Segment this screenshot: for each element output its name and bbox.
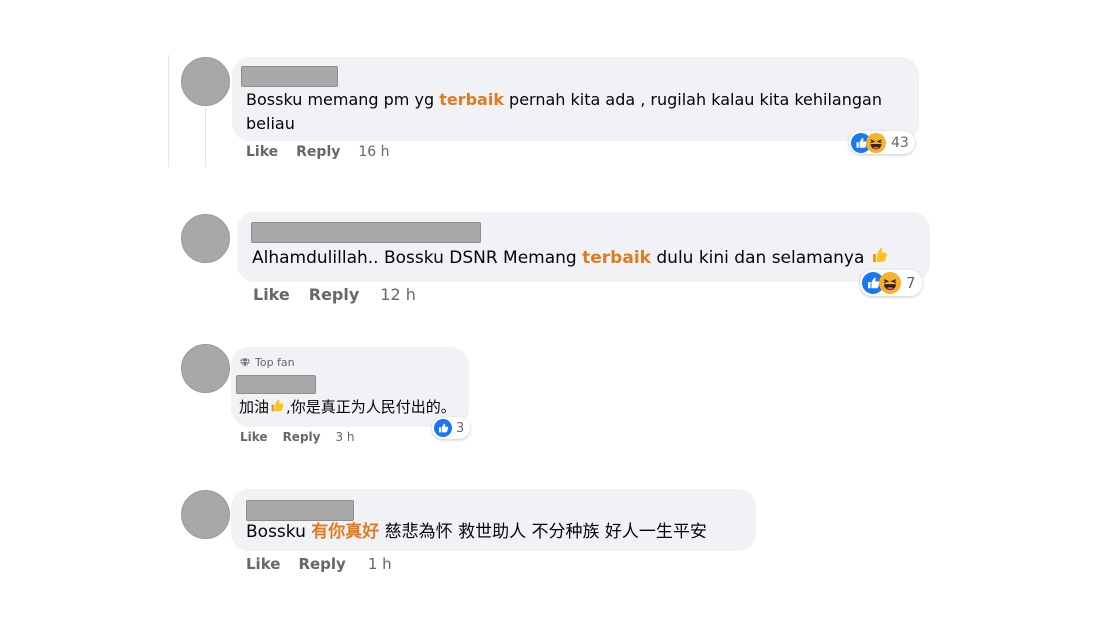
comment-text-part: pernah kita ada , rugilah kalau kita keh… bbox=[503, 90, 882, 109]
badge-label: Top fan bbox=[255, 356, 295, 369]
comment-bubble: Bossku memang pm yg terbaik pernah kita … bbox=[232, 57, 919, 141]
comment-text-part: dulu kini dan selamanya bbox=[650, 248, 865, 268]
comment-text: Alhamdulillah.. Bossku DSNR Memang terba… bbox=[252, 245, 890, 271]
comment-actions: Like Reply 12 h bbox=[253, 285, 416, 304]
reaction-count: 7 bbox=[906, 274, 916, 292]
like-button[interactable]: Like bbox=[246, 555, 280, 573]
author-name-redacted[interactable] bbox=[246, 500, 354, 521]
comment-text: Bossku 有你真好 慈悲為怀 救世助人 不分种族 好人一生平安 bbox=[246, 520, 707, 544]
comment-bubble: Alhamdulillah.. Bossku DSNR Memang terba… bbox=[237, 212, 930, 282]
like-icon bbox=[434, 419, 452, 437]
reply-button[interactable]: Reply bbox=[296, 144, 340, 160]
thumbs-up-emoji-icon bbox=[870, 245, 890, 265]
top-fan-badge: Top fan bbox=[239, 356, 295, 369]
timestamp[interactable]: 3 h bbox=[335, 430, 354, 444]
comment-text-part: Bossku bbox=[246, 522, 312, 542]
comment-actions: Like Reply 1 h bbox=[246, 555, 392, 573]
reaction-count: 43 bbox=[891, 134, 909, 151]
comment-text: 加油 ,你是真正为人民付出的。 bbox=[239, 397, 456, 417]
reply-button[interactable]: Reply bbox=[298, 555, 345, 573]
timestamp[interactable]: 16 h bbox=[358, 144, 389, 160]
timestamp[interactable]: 12 h bbox=[380, 285, 416, 304]
comment-text-part: 加油 bbox=[239, 398, 270, 416]
author-name-redacted[interactable] bbox=[241, 66, 338, 87]
like-button[interactable]: Like bbox=[240, 430, 268, 444]
reactions-summary[interactable]: 3 bbox=[432, 417, 471, 439]
highlighted-keyword: terbaik bbox=[439, 90, 504, 109]
comment-text-part: beliau bbox=[246, 114, 295, 133]
avatar[interactable] bbox=[181, 214, 230, 263]
avatar[interactable] bbox=[181, 490, 230, 539]
comment-bubble: Top fan 加油 ,你是真正为人民付出的。 bbox=[231, 347, 469, 427]
haha-icon bbox=[879, 272, 901, 294]
avatar[interactable] bbox=[181, 344, 230, 393]
comment-text-part: 慈悲為怀 救世助人 不分种族 好人一生平安 bbox=[379, 522, 707, 542]
timestamp[interactable]: 1 h bbox=[368, 555, 392, 573]
highlighted-keyword: 有你真好 bbox=[311, 522, 380, 542]
comment-actions: Like Reply 3 h bbox=[240, 430, 355, 444]
comment-text-part: Bossku memang pm yg bbox=[246, 90, 440, 109]
comment-actions: Like Reply 16 h bbox=[246, 144, 390, 160]
author-name-redacted[interactable] bbox=[236, 375, 316, 394]
author-name-redacted[interactable] bbox=[251, 222, 481, 243]
comment-text-part: ,你是真正为人民付出的。 bbox=[286, 398, 456, 416]
reply-button[interactable]: Reply bbox=[309, 285, 360, 304]
comment-text-part: Alhamdulillah.. Bossku DSNR Memang bbox=[252, 248, 583, 268]
comment-bubble: Bossku 有你真好 慈悲為怀 救世助人 不分种族 好人一生平安 bbox=[231, 489, 756, 551]
reactions-summary[interactable]: 43 bbox=[849, 131, 915, 154]
avatar[interactable] bbox=[181, 57, 230, 106]
reactions-summary[interactable]: 7 bbox=[860, 270, 922, 296]
comment-text: Bossku memang pm yg terbaik pernah kita … bbox=[246, 88, 882, 136]
reply-button[interactable]: Reply bbox=[283, 430, 321, 444]
diamond-icon bbox=[239, 357, 251, 369]
reaction-count: 3 bbox=[456, 420, 465, 436]
thumbs-up-emoji-icon bbox=[269, 397, 286, 414]
thread-line bbox=[205, 105, 206, 167]
like-button[interactable]: Like bbox=[246, 144, 278, 160]
highlighted-keyword: terbaik bbox=[582, 248, 651, 268]
haha-icon bbox=[866, 133, 886, 153]
thread-line bbox=[168, 55, 169, 167]
like-button[interactable]: Like bbox=[253, 285, 290, 304]
